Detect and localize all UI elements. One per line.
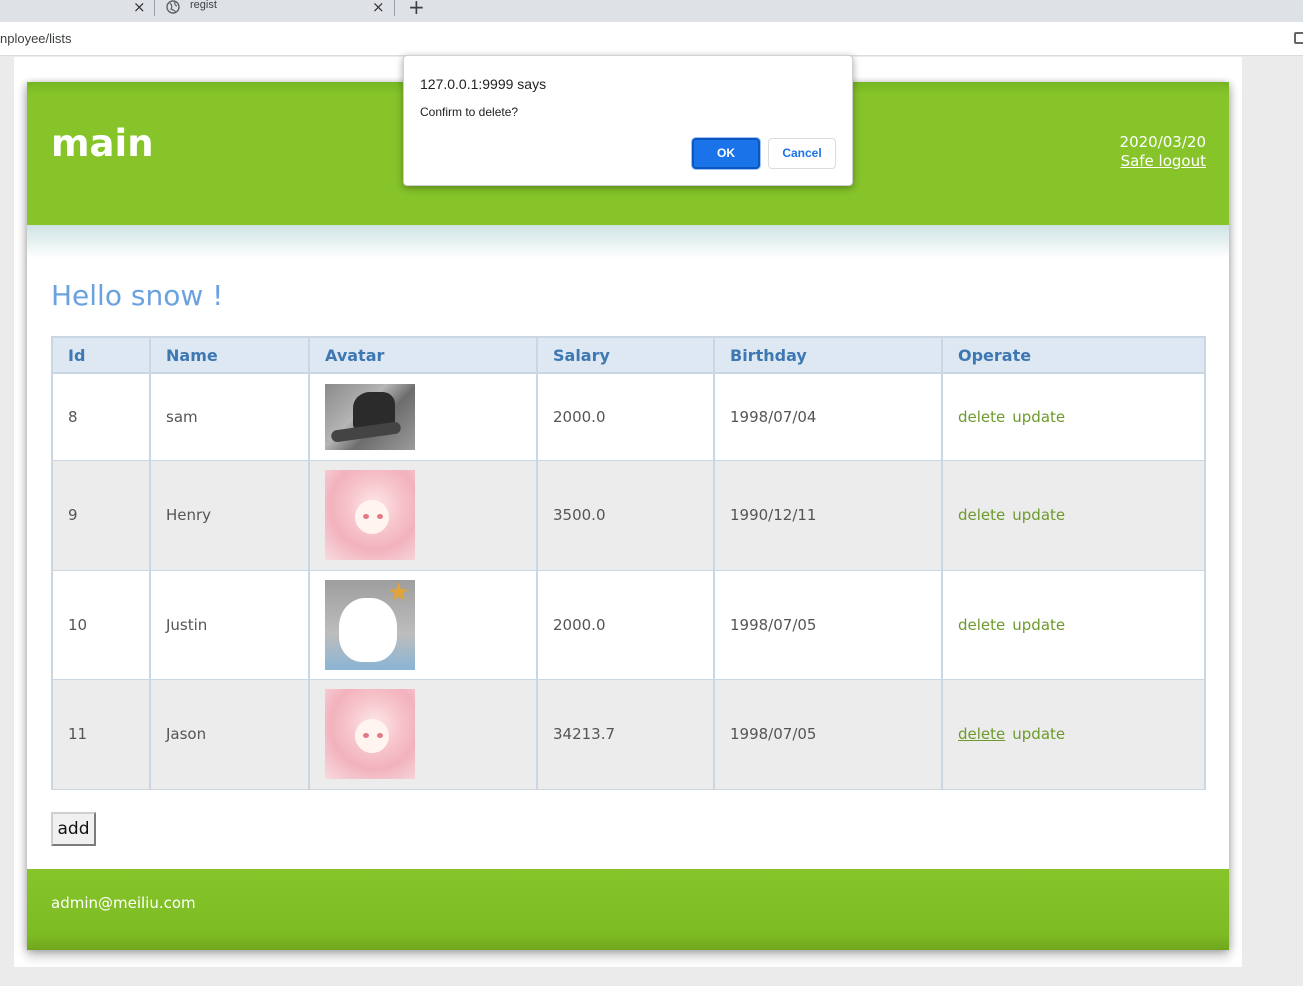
cell-birthday: 1998/07/04 <box>713 372 943 461</box>
cell-birthday: 1998/07/05 <box>713 569 943 680</box>
tab-separator <box>154 0 155 16</box>
add-button[interactable]: add <box>51 812 96 846</box>
tab-close-icon[interactable]: × <box>133 0 146 16</box>
column-header-operate: Operate <box>941 336 1206 374</box>
cell-birthday: 1998/07/05 <box>713 678 943 790</box>
page-footer: admin@meiliu.com <box>27 869 1229 950</box>
cancel-button[interactable]: Cancel <box>768 138 836 169</box>
table-row: 10 Justin 2000.0 1998/07/05 delete update <box>51 569 1206 680</box>
table-row: 11 Jason 34213.7 1998/07/05 delete update <box>51 678 1206 790</box>
confirm-dialog: 127.0.0.1:9999 says Confirm to delete? O… <box>403 55 853 186</box>
delete-link[interactable]: delete <box>958 506 1005 524</box>
cell-operate: delete update <box>941 569 1206 680</box>
cell-id: 8 <box>51 372 151 461</box>
column-header-name: Name <box>149 336 310 374</box>
tab-separator <box>394 0 395 16</box>
avatar-image <box>325 383 415 450</box>
avatar-image <box>325 470 415 560</box>
extension-icon[interactable] <box>1294 32 1303 44</box>
delete-link[interactable]: delete <box>958 725 1005 743</box>
dialog-title: 127.0.0.1:9999 says <box>420 76 547 92</box>
delete-link[interactable]: delete <box>958 408 1005 426</box>
cell-avatar <box>308 372 538 461</box>
employee-table: Id Name Avatar Salary Birthday Operate 8… <box>51 336 1206 790</box>
main-container: main 2020/03/20 Safe logout Hello snow !… <box>27 82 1229 950</box>
table-header-row: Id Name Avatar Salary Birthday Operate <box>51 336 1206 374</box>
footer-email: admin@meiliu.com <box>51 894 196 912</box>
dialog-message: Confirm to delete? <box>420 105 519 119</box>
cell-operate: delete update <box>941 678 1206 790</box>
cell-name: Henry <box>149 459 310 571</box>
tab-title-regist[interactable]: regist <box>190 0 217 11</box>
cell-salary: 2000.0 <box>536 569 715 680</box>
column-header-birthday: Birthday <box>713 336 943 374</box>
column-header-avatar: Avatar <box>308 336 538 374</box>
cell-name: Justin <box>149 569 310 680</box>
current-date: 2020/03/20 <box>1119 133 1206 151</box>
update-link[interactable]: update <box>1012 616 1065 634</box>
cell-id: 10 <box>51 569 151 680</box>
tab-close-icon[interactable]: × <box>372 0 385 16</box>
cell-name: Jason <box>149 678 310 790</box>
browser-tab-bar: × regist × + <box>0 0 1303 22</box>
cell-salary: 2000.0 <box>536 372 715 461</box>
update-link[interactable]: update <box>1012 408 1065 426</box>
cell-id: 9 <box>51 459 151 571</box>
cell-avatar <box>308 459 538 571</box>
cell-operate: delete update <box>941 372 1206 461</box>
cell-avatar <box>308 569 538 680</box>
cell-operate: delete update <box>941 459 1206 571</box>
column-header-salary: Salary <box>536 336 715 374</box>
avatar-image <box>325 579 415 670</box>
update-link[interactable]: update <box>1012 725 1065 743</box>
table-row: 9 Henry 3500.0 1990/12/11 delete update <box>51 459 1206 571</box>
url-text[interactable]: nployee/lists <box>0 31 72 46</box>
header-divider <box>27 225 1229 259</box>
avatar-image <box>325 689 415 779</box>
cell-name: sam <box>149 372 310 461</box>
new-tab-icon[interactable]: + <box>408 0 425 19</box>
cell-salary: 3500.0 <box>536 459 715 571</box>
address-bar[interactable]: nployee/lists <box>0 22 1303 56</box>
site-logo: main <box>51 122 154 165</box>
header-info: 2020/03/20 Safe logout <box>1120 133 1206 171</box>
page-viewport: main 2020/03/20 Safe logout Hello snow !… <box>0 57 1303 986</box>
globe-icon <box>166 0 180 14</box>
table-row: 8 sam 2000.0 1998/07/04 delete update <box>51 372 1206 461</box>
cell-salary: 34213.7 <box>536 678 715 790</box>
logout-link[interactable]: Safe logout <box>1120 152 1206 171</box>
greeting-heading: Hello snow ! <box>51 279 224 312</box>
cell-birthday: 1990/12/11 <box>713 459 943 571</box>
ok-button[interactable]: OK <box>692 138 760 169</box>
update-link[interactable]: update <box>1012 506 1065 524</box>
column-header-id: Id <box>51 336 151 374</box>
cell-id: 11 <box>51 678 151 790</box>
cell-avatar <box>308 678 538 790</box>
delete-link[interactable]: delete <box>958 616 1005 634</box>
